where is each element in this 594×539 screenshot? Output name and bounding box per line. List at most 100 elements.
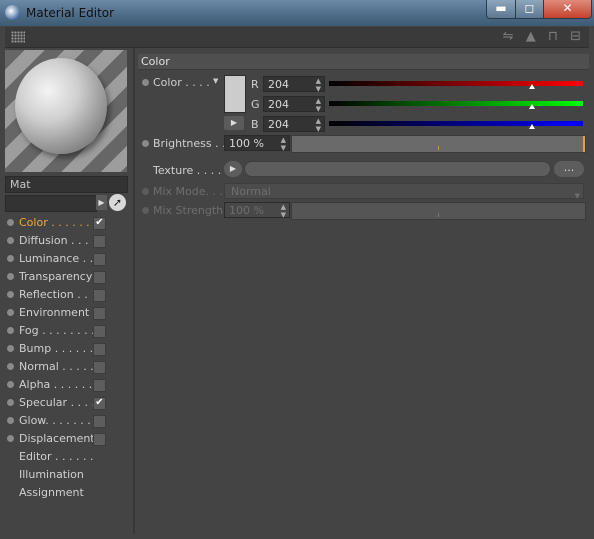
material-link-arrow-icon[interactable]: ▶: [96, 195, 107, 210]
section-header: Color: [138, 54, 589, 70]
channel-item[interactable]: Luminance . .: [5, 250, 132, 268]
channel-item[interactable]: Color . . . . . . ✔: [5, 214, 132, 232]
r-input[interactable]: 204 ▲ ▼: [263, 76, 325, 93]
channel-label: Illumination: [19, 468, 84, 481]
channel-checkbox[interactable]: [93, 325, 106, 338]
mix-strength-label: Mix Strength: [153, 204, 224, 217]
toolbar-icons[interactable]: ⇋ ▲ ⊓ ⊟: [503, 29, 585, 44]
channel-item[interactable]: Specular . . . . ✔: [5, 394, 132, 412]
channel-dot: [7, 435, 14, 442]
brightness-input[interactable]: 100 % ▲ ▼: [224, 135, 290, 152]
channel-checkbox[interactable]: [93, 307, 106, 320]
channel-checkbox[interactable]: [93, 415, 106, 428]
b-stepper-icon[interactable]: ▲ ▼: [316, 117, 321, 133]
channel-checkbox[interactable]: [93, 361, 106, 374]
mix-strength-input[interactable]: 100 % ▲ ▼: [224, 202, 290, 219]
channel-checkbox[interactable]: [93, 433, 106, 446]
channel-dot: [7, 417, 14, 424]
channel-dot: [7, 237, 14, 244]
material-editor-window: Material Editor ▬ ◻ ✕ ⇋ ▲ ⊓ ⊟ Mat ▶ ➚ Co…: [0, 0, 594, 539]
channel-checkbox[interactable]: [93, 289, 106, 302]
b-slider-knob[interactable]: [529, 124, 536, 129]
g-value: 204: [268, 98, 289, 111]
r-slider-knob[interactable]: [529, 84, 536, 89]
channel-item[interactable]: Fog . . . . . . . .: [5, 322, 132, 340]
picker-icon[interactable]: ➚: [109, 194, 126, 211]
channel-dot: [7, 363, 14, 370]
window-title: Material Editor: [26, 6, 115, 20]
channel-checkbox[interactable]: [93, 253, 106, 266]
panel-divider[interactable]: [133, 48, 135, 534]
channel-dot: [7, 381, 14, 388]
channel-item[interactable]: Editor . . . . . .: [5, 448, 132, 466]
channel-label: Normal . . . . .: [19, 360, 94, 373]
texture-label: Texture . . . . .: [153, 164, 229, 177]
b-value: 204: [268, 118, 289, 131]
channel-checkbox[interactable]: ✔: [93, 397, 106, 410]
cinema4d-app-icon: [5, 5, 20, 20]
g-label: G: [251, 98, 260, 111]
color-swatch[interactable]: [224, 75, 246, 113]
channel-item[interactable]: Bump . . . . . .: [5, 340, 132, 358]
mix-strength-slider[interactable]: [291, 202, 586, 220]
channel-label: Transparency: [19, 270, 93, 283]
brightness-label: Brightness . .: [153, 137, 226, 150]
channel-item[interactable]: Transparency: [5, 268, 132, 286]
grip-icon[interactable]: [11, 31, 25, 43]
mix-strength-keyframe-dot[interactable]: [142, 207, 149, 214]
close-button[interactable]: ✕: [543, 0, 592, 19]
g-input[interactable]: 204 ▲ ▼: [263, 96, 325, 113]
channel-checkbox[interactable]: ✔: [93, 217, 106, 230]
channel-label: Bump . . . . . .: [19, 342, 94, 355]
mix-mode-select[interactable]: Normal ▼: [224, 183, 584, 200]
texture-options-button[interactable]: ▶: [224, 161, 242, 177]
mix-strength-stepper-icon[interactable]: ▲ ▼: [281, 203, 286, 219]
material-link-field[interactable]: [5, 195, 97, 212]
channel-item[interactable]: Glow. . . . . . .: [5, 412, 132, 430]
channel-checkbox[interactable]: [93, 235, 106, 248]
b-input[interactable]: 204 ▲ ▼: [263, 116, 325, 133]
color-keyframe-dot[interactable]: [142, 79, 149, 86]
g-stepper-icon[interactable]: ▲ ▼: [316, 97, 321, 113]
channel-label: Environment: [19, 306, 90, 319]
channel-item[interactable]: Diffusion . . .: [5, 232, 132, 250]
channel-dot: [7, 255, 14, 262]
channel-label: Editor . . . . . .: [19, 450, 94, 463]
material-preview[interactable]: [5, 50, 127, 172]
r-slider[interactable]: [329, 81, 583, 89]
channel-dot: [7, 399, 14, 406]
g-slider[interactable]: [329, 101, 583, 109]
channel-checkbox[interactable]: [93, 343, 106, 356]
brightness-keyframe-dot[interactable]: [142, 140, 149, 147]
g-slider-knob[interactable]: [529, 104, 536, 109]
channel-checkbox[interactable]: [93, 271, 106, 284]
texture-field[interactable]: [244, 161, 551, 177]
texture-browse-button[interactable]: ...: [554, 161, 584, 177]
toolbar: ⇋ ▲ ⊓ ⊟: [5, 27, 589, 48]
brightness-slider[interactable]: [291, 135, 586, 153]
minimize-button[interactable]: ▬: [486, 0, 516, 19]
r-stepper-icon[interactable]: ▲ ▼: [316, 77, 321, 93]
brightness-slider-end: [583, 136, 585, 152]
maximize-button[interactable]: ◻: [515, 0, 544, 19]
channel-item[interactable]: Displacement: [5, 430, 132, 448]
channel-label: Specular . . . .: [19, 396, 96, 409]
mix-mode-value: Normal: [231, 185, 271, 198]
channel-item[interactable]: Normal . . . . .: [5, 358, 132, 376]
channel-item[interactable]: Illumination: [5, 466, 132, 484]
mix-strength-value: 100 %: [229, 204, 264, 217]
channel-panel: Mat ▶ ➚ Color . . . . . . ✔ Diffusion . . …: [5, 48, 132, 534]
channel-label: Luminance . .: [19, 252, 94, 265]
channel-item[interactable]: Reflection . .: [5, 286, 132, 304]
b-slider[interactable]: [329, 121, 583, 129]
material-name-field[interactable]: Mat: [5, 176, 128, 193]
color-options-button[interactable]: ▶: [224, 116, 244, 130]
color-mode-arrow-icon[interactable]: ▼: [213, 77, 218, 85]
channel-item[interactable]: Alpha . . . . . .: [5, 376, 132, 394]
brightness-stepper-icon[interactable]: ▲ ▼: [281, 136, 286, 152]
mix-strength-slider-tick: [438, 213, 439, 217]
channel-checkbox[interactable]: [93, 379, 106, 392]
channel-item[interactable]: Environment: [5, 304, 132, 322]
channel-item[interactable]: Assignment: [5, 484, 132, 502]
mix-mode-keyframe-dot[interactable]: [142, 188, 149, 195]
